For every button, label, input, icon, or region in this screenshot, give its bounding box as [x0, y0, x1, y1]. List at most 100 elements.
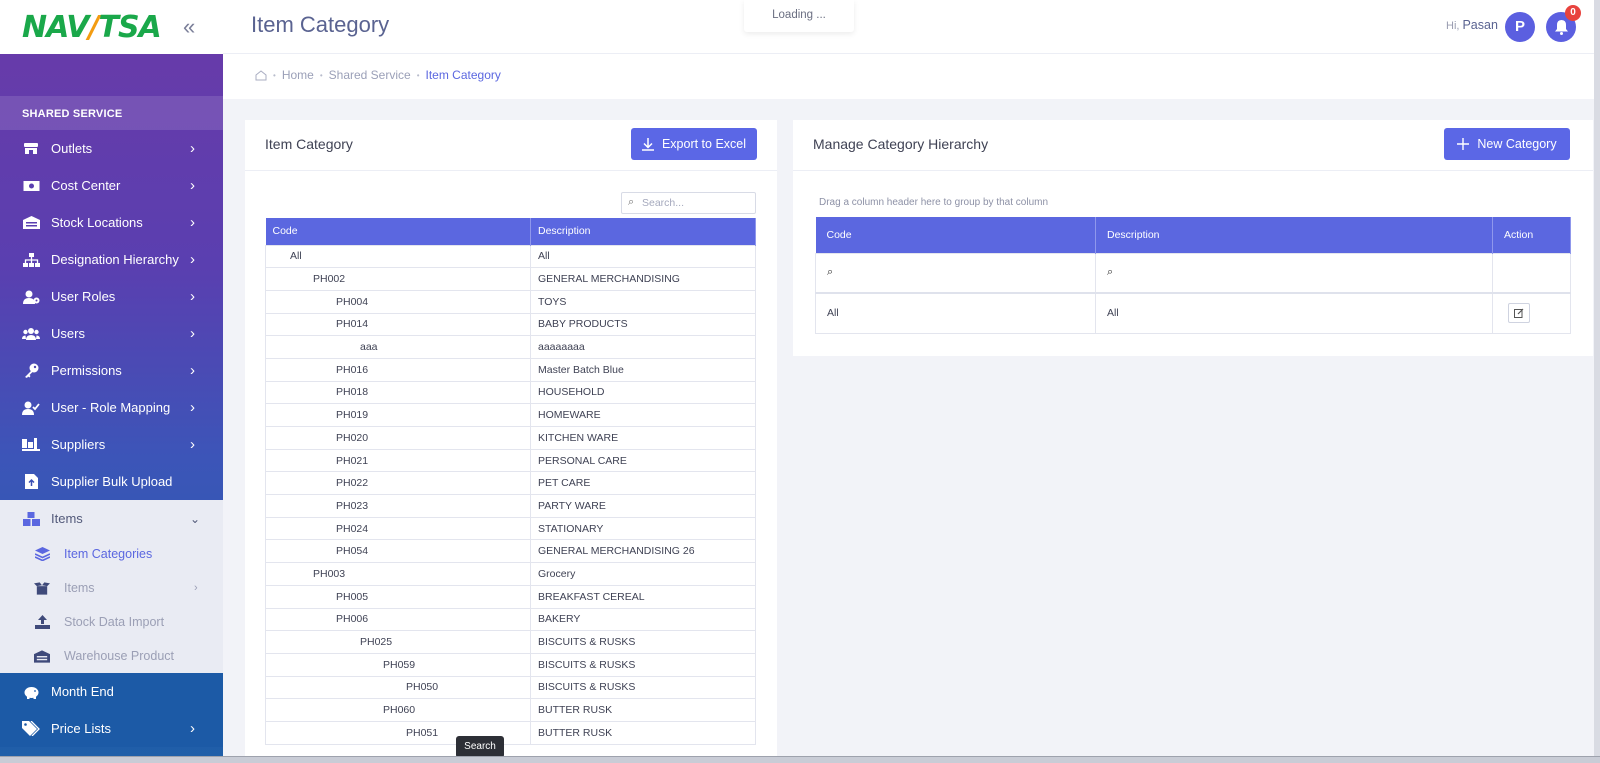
code-cell: PH005	[265, 584, 531, 609]
description-cell: TOYS	[530, 289, 756, 314]
table-row[interactable]: PH016 Master Batch Blue	[265, 357, 756, 382]
sidebar-subitem-item-categories[interactable]: Item Categories	[0, 537, 223, 571]
tree-search-input[interactable]: ⌕ Search...	[621, 192, 756, 214]
export-label: Export to Excel	[661, 137, 747, 151]
user-check-icon	[22, 401, 40, 415]
card-title: Item Category	[265, 136, 353, 152]
table-row[interactable]: PH059 BISCUITS & RUSKS	[265, 652, 756, 677]
table-row[interactable]: PH002 GENERAL MERCHANDISING	[265, 267, 756, 291]
window-scrollbar[interactable]	[1594, 0, 1600, 763]
warehouse-icon	[34, 649, 50, 663]
table-row[interactable]: PH025 BISCUITS & RUSKS	[265, 630, 756, 654]
breadcrumb-current[interactable]: Item Category	[426, 68, 501, 82]
horizontal-scrollbar[interactable]	[0, 756, 1600, 763]
table-row[interactable]: PH014 BABY PRODUCTS	[265, 312, 756, 337]
description-cell: BUTTER RUSK	[530, 720, 756, 745]
search-icon: ⌕	[1107, 266, 1114, 279]
edit-icon[interactable]	[1508, 303, 1530, 324]
description-cell: HOUSEHOLD	[530, 380, 756, 405]
table-row[interactable]: PH005 BREAKFAST CEREAL	[265, 584, 756, 609]
table-row[interactable]: aaa aaaaaaaa	[265, 335, 756, 359]
navitsa-logo[interactable]: NAV/TSA	[22, 10, 162, 45]
code-cell: PH004	[265, 289, 531, 314]
sidebar-banner	[0, 54, 223, 96]
description-cell: All	[1095, 292, 1493, 334]
chevron-right-icon: ›	[190, 720, 195, 737]
sidebar-item-outlets[interactable]: Outlets ›	[0, 130, 223, 167]
chevron-right-icon: ›	[190, 214, 195, 231]
column-header-action: Action	[1492, 217, 1571, 253]
description-cell: BREAKFAST CEREAL	[530, 584, 756, 609]
double-chevron-left-icon[interactable]: «	[183, 14, 195, 40]
sidebar-item-users[interactable]: Users ›	[0, 315, 223, 352]
download-icon	[641, 137, 654, 151]
sidebar-item-suppliers[interactable]: Suppliers ›	[0, 426, 223, 463]
brand-bar: NAV/TSA «	[0, 0, 223, 54]
sidebar-item-label: Users	[51, 326, 85, 341]
sidebar-item-label: User Roles	[51, 289, 116, 304]
description-cell: aaaaaaaa	[530, 335, 756, 359]
table-row[interactable]: PH018 HOUSEHOLD	[265, 380, 756, 405]
column-header-description[interactable]: Description	[1095, 217, 1493, 253]
sidebar-item-user-role-mapping[interactable]: User - Role Mapping ›	[0, 389, 223, 426]
store-icon	[22, 142, 40, 156]
breadcrumb-section[interactable]: Shared Service	[329, 68, 411, 82]
layers-icon	[34, 547, 50, 561]
sidebar-item-designation-hierarchy[interactable]: Designation Hierarchy ›	[0, 241, 223, 278]
code-cell: All	[815, 292, 1096, 334]
sidebar-item-items[interactable]: Items ⌄	[0, 500, 223, 537]
sidebar-item-stock-locations[interactable]: Stock Locations ›	[0, 204, 223, 241]
table-row[interactable]: PH006 BAKERY	[265, 607, 756, 632]
table-row[interactable]: PH051 BUTTER RUSK	[265, 720, 756, 745]
sidebar-subitem-stock-data-import[interactable]: Stock Data Import	[0, 605, 223, 639]
description-cell: PERSONAL CARE	[530, 448, 756, 473]
group-by-drop-zone[interactable]: Drag a column header here to group by th…	[819, 197, 1048, 208]
description-cell: GENERAL MERCHANDISING 26	[530, 539, 756, 564]
table-row[interactable]: PH060 BUTTER RUSK	[265, 698, 756, 722]
table-row[interactable]: All All	[815, 292, 1571, 334]
description-filter-input[interactable]: ⌕	[1095, 252, 1493, 294]
table-row[interactable]: PH004 TOYS	[265, 289, 756, 314]
manage-category-hierarchy-card: Manage Category Hierarchy New Category D…	[793, 120, 1593, 356]
sidebar-item-label: Permissions	[51, 363, 122, 378]
sidebar-item-price-lists[interactable]: Price Lists ›	[0, 710, 223, 747]
sidebar-item-cost-center[interactable]: Cost Center ›	[0, 167, 223, 204]
table-row[interactable]: PH050 BISCUITS & RUSKS	[265, 675, 756, 700]
column-header-code[interactable]: Code	[815, 217, 1096, 253]
code-filter-input[interactable]: ⌕	[815, 252, 1096, 294]
description-cell: BAKERY	[530, 607, 756, 632]
table-row[interactable]: PH003 Grocery	[265, 562, 756, 586]
user-name: Pasan	[1462, 18, 1498, 32]
code-cell: PH020	[265, 426, 531, 450]
sidebar-item-user-roles[interactable]: User Roles ›	[0, 278, 223, 315]
code-cell: aaa	[265, 335, 531, 359]
description-cell: GENERAL MERCHANDISING	[530, 267, 756, 291]
loading-indicator: Loading ...	[744, 0, 854, 32]
table-row[interactable]: All All	[265, 244, 756, 269]
avatar[interactable]: P	[1505, 12, 1535, 42]
sidebar-item-supplier-bulk-upload[interactable]: Supplier Bulk Upload	[0, 463, 223, 500]
user-greeting[interactable]: Hi, Pasan	[1446, 18, 1498, 32]
breadcrumb-home[interactable]: Home	[282, 68, 314, 82]
sidebar-subitem-label: Stock Data Import	[64, 615, 165, 629]
sidebar-subitem-warehouse-product[interactable]: Warehouse Product	[0, 639, 223, 673]
column-header-description[interactable]: Description	[530, 218, 756, 245]
new-category-button[interactable]: New Category	[1444, 128, 1570, 160]
description-cell: BISCUITS & RUSKS	[530, 630, 756, 654]
table-row[interactable]: PH054 GENERAL MERCHANDISING 26	[265, 539, 756, 564]
table-row[interactable]: PH021 PERSONAL CARE	[265, 448, 756, 473]
sidebar-item-month-end[interactable]: Month End	[0, 673, 223, 710]
export-to-excel-button[interactable]: Export to Excel	[631, 128, 757, 160]
description-cell: KITCHEN WARE	[530, 426, 756, 450]
sidebar-item-label: Supplier Bulk Upload	[51, 474, 173, 489]
table-row[interactable]: PH024 STATIONARY	[265, 516, 756, 541]
plus-icon	[1457, 138, 1470, 150]
table-row[interactable]: PH023 PARTY WARE	[265, 494, 756, 518]
sidebar-subitem-items[interactable]: Items ›	[0, 571, 223, 605]
home-icon[interactable]	[255, 69, 267, 81]
table-row[interactable]: PH022 PET CARE	[265, 471, 756, 496]
table-row[interactable]: PH019 HOMEWARE	[265, 403, 756, 427]
table-row[interactable]: PH020 KITCHEN WARE	[265, 426, 756, 450]
column-header-code[interactable]: Code	[265, 218, 531, 245]
sidebar-item-permissions[interactable]: Permissions ›	[0, 352, 223, 389]
